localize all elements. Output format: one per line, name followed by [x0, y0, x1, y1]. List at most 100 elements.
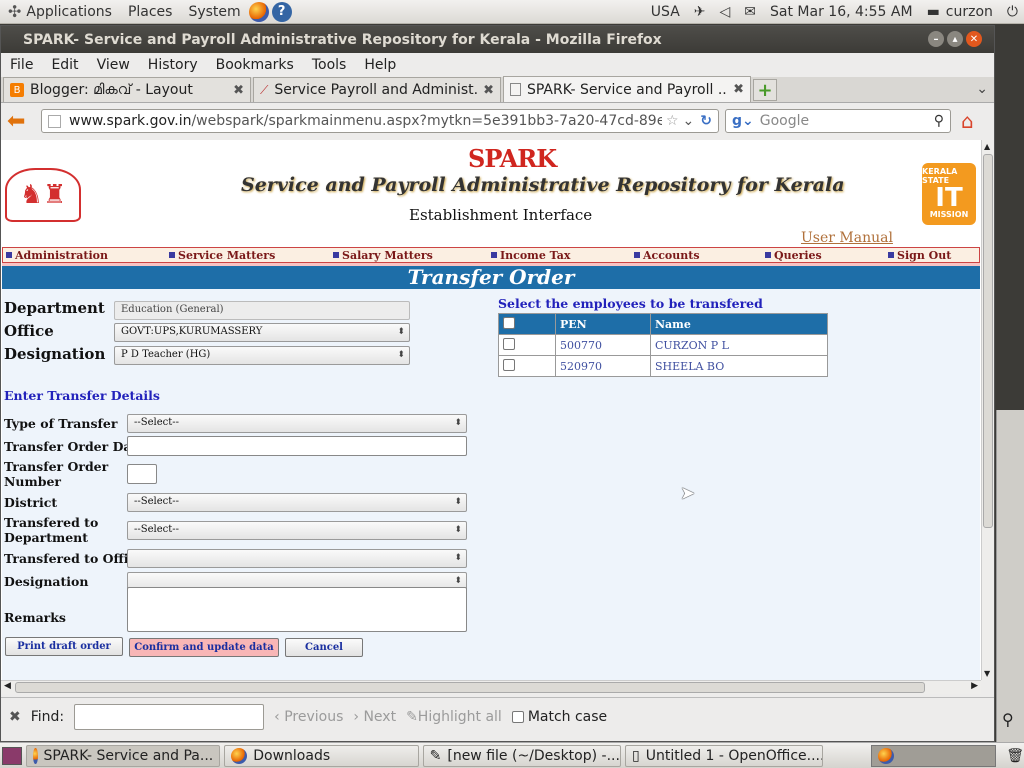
match-case-checkbox[interactable] — [511, 710, 524, 723]
back-icon[interactable]: ⬅ — [7, 109, 35, 134]
task-gedit[interactable]: ✎ [new file (~/Desktop) -... — [422, 744, 621, 767]
find-next-button[interactable]: › Next — [353, 709, 396, 725]
main-nav: Administration Service Matters Salary Ma… — [2, 247, 980, 263]
match-case-toggle[interactable]: Match case — [511, 709, 607, 725]
designation-select[interactable]: P D Teacher (HG) ⬍ — [114, 346, 410, 365]
menu-bookmarks[interactable]: Bookmarks — [207, 57, 303, 73]
keyboard-layout[interactable]: USA — [651, 4, 680, 20]
updown-arrow-icon: ⬍ — [454, 418, 462, 428]
close-tab-icon[interactable]: ✖ — [233, 83, 244, 98]
district-select[interactable]: --Select-- ⬍ — [127, 493, 467, 512]
scroll-right-icon[interactable]: ▶ — [971, 681, 978, 691]
menu-file[interactable]: File — [1, 57, 42, 73]
close-tab-icon[interactable]: ✖ — [483, 83, 494, 98]
find-previous-button[interactable]: ‹ Previous — [274, 709, 343, 725]
new-tab-icon[interactable]: + — [753, 79, 777, 101]
close-tab-icon[interactable]: ✖ — [733, 82, 744, 97]
hscroll-thumb[interactable] — [15, 682, 925, 693]
task-label: Untitled 1 - OpenOffice.... — [645, 747, 824, 764]
scroll-down-icon[interactable]: ▼ — [984, 669, 990, 678]
select-all-checkbox[interactable] — [503, 316, 515, 329]
page-title: Transfer Order — [2, 263, 980, 289]
scroll-up-icon[interactable]: ▲ — [984, 142, 990, 151]
employees-heading: Select the employees to be transfered — [498, 296, 763, 311]
cancel-button[interactable]: Cancel — [285, 638, 363, 657]
nav-service-matters[interactable]: Service Matters — [169, 249, 275, 262]
horizontal-scrollbar[interactable]: ◀ ▶ — [1, 680, 981, 694]
transfer-order-date-input[interactable] — [127, 436, 467, 456]
print-draft-order-button[interactable]: Print draft order — [5, 637, 123, 656]
close-window-icon[interactable]: ✕ — [966, 31, 982, 47]
highlight-all-button[interactable]: ✎Highlight all — [406, 709, 502, 725]
bullet-icon — [634, 252, 640, 258]
search-icon[interactable]: ⚲ — [934, 113, 944, 129]
reload-icon[interactable]: ↻ — [700, 113, 712, 129]
scroll-thumb[interactable] — [983, 154, 993, 528]
updown-arrow-icon: ⬍ — [454, 525, 462, 535]
task-openoffice[interactable]: ▯ Untitled 1 - OpenOffice.... — [624, 744, 824, 767]
system-menu[interactable]: System — [180, 4, 248, 20]
show-desktop-icon[interactable] — [2, 746, 22, 765]
transfered-to-office-select[interactable]: ⬍ — [127, 549, 467, 568]
scroll-left-icon[interactable]: ◀ — [4, 681, 11, 691]
tab-service-payroll[interactable]: ⟋ Service Payroll and Administ... ✖ — [253, 77, 501, 102]
row-select-cell — [498, 334, 556, 356]
menu-history[interactable]: History — [139, 57, 207, 73]
nav-queries[interactable]: Queries — [765, 249, 822, 262]
find-input[interactable] — [74, 703, 265, 730]
confirm-update-button[interactable]: Confirm and update data — [129, 638, 279, 657]
mail-icon[interactable]: ✉ — [744, 4, 756, 20]
transfered-to-office-label: Transfered to Office — [4, 551, 145, 566]
tab-spark[interactable]: SPARK- Service and Payroll ... ✖ — [503, 76, 751, 102]
menu-edit[interactable]: Edit — [42, 57, 87, 73]
row-checkbox[interactable] — [503, 337, 515, 350]
remarks-textarea[interactable] — [127, 587, 467, 632]
bookmark-star-icon[interactable]: ☆ — [666, 113, 679, 129]
row-checkbox[interactable] — [503, 358, 515, 371]
workspace-switcher[interactable] — [871, 744, 997, 767]
nav-sign-out[interactable]: Sign Out — [888, 249, 951, 262]
office-select[interactable]: GOVT:UPS,KURUMASSERY ⬍ — [114, 323, 410, 342]
type-of-transfer-select[interactable]: --Select-- ⬍ — [127, 414, 467, 433]
help-icon[interactable]: ? — [271, 1, 292, 22]
tab-blogger[interactable]: B Blogger: മികവ് - Layout ✖ — [3, 77, 251, 102]
trash-icon[interactable]: 🗑 — [1006, 748, 1024, 764]
firefox-launcher-icon[interactable] — [248, 1, 269, 22]
clock[interactable]: Sat Mar 16, 4:55 AM — [770, 4, 913, 20]
task-downloads[interactable]: Downloads — [224, 744, 419, 767]
tab-list-icon[interactable]: ⌄ — [976, 81, 988, 97]
places-menu[interactable]: Places — [120, 4, 181, 20]
vertical-scrollbar[interactable]: ▲ ▼ — [981, 140, 994, 680]
name-cell: CURZON P L — [650, 334, 828, 356]
nav-salary-matters[interactable]: Salary Matters — [333, 249, 433, 262]
minimize-icon[interactable]: – — [928, 31, 944, 47]
nav-accounts[interactable]: Accounts — [634, 249, 700, 262]
google-icon[interactable]: g⌄ — [732, 113, 754, 129]
nav-administration[interactable]: Administration — [6, 249, 108, 262]
home-icon[interactable]: ⌂ — [961, 109, 974, 133]
volume-icon[interactable]: ◁ — [720, 4, 731, 20]
menu-view[interactable]: View — [88, 57, 139, 73]
menu-tools[interactable]: Tools — [303, 57, 356, 73]
user-menu[interactable]: curzon — [946, 4, 993, 20]
transfer-order-number-input[interactable] — [127, 464, 157, 484]
url-dropdown-icon[interactable]: ⌄ — [683, 113, 695, 129]
site-identity-icon[interactable] — [48, 114, 61, 128]
window-titlebar[interactable]: SPARK- Service and Payroll Administrativ… — [1, 26, 994, 53]
nav-income-tax[interactable]: Income Tax — [491, 249, 570, 262]
search-bar[interactable]: g⌄ Google ⚲ — [725, 109, 951, 133]
user-manual-link[interactable]: User Manual — [801, 230, 893, 246]
office-label: Office — [4, 322, 54, 340]
task-spark-firefox[interactable]: SPARK- Service and Pa... — [25, 744, 221, 767]
power-icon[interactable]: ⏻ — [1007, 4, 1018, 20]
transfered-to-department-select[interactable]: --Select-- ⬍ — [127, 521, 467, 540]
system-label: System — [188, 3, 241, 20]
applications-menu[interactable]: ✣ Applications — [0, 2, 120, 21]
chat-icon[interactable]: ▬ — [927, 4, 940, 20]
menu-help[interactable]: Help — [355, 57, 405, 73]
url-bar[interactable]: www.spark.gov.in /webspark/sparkmainmenu… — [41, 109, 719, 133]
maximize-icon[interactable]: ▴ — [947, 31, 963, 47]
close-find-icon[interactable]: ✖ — [9, 709, 21, 725]
network-icon[interactable]: ✈ — [694, 4, 706, 20]
task-label: [new file (~/Desktop) -... — [447, 747, 620, 764]
